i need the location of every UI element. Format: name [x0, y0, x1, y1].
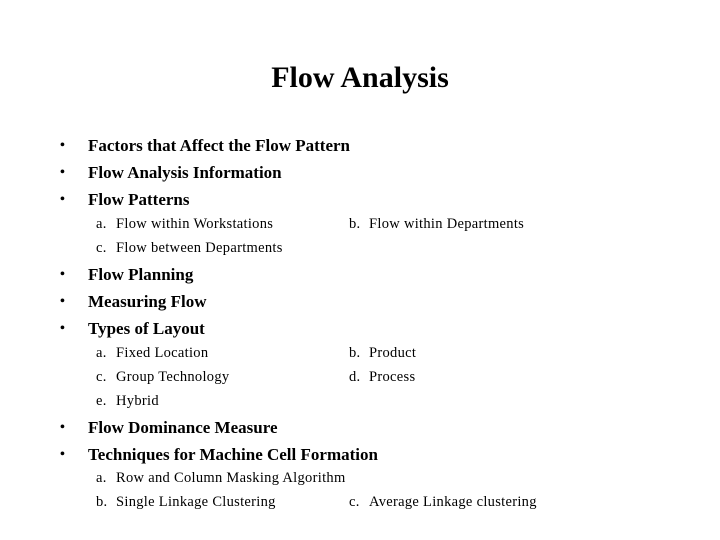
sub-item-marker: b.	[349, 216, 361, 232]
sub-item: c. Group Technology	[96, 365, 229, 389]
sub-item: d. Process	[349, 365, 415, 389]
bullet-dot-icon: •	[60, 321, 65, 336]
bullet-text: Flow Dominance Measure	[88, 418, 278, 437]
sub-item: a. Row and Column Masking Algorithm	[96, 466, 346, 490]
bullet-text: Flow Analysis Information	[88, 163, 282, 182]
sub-item-marker: b.	[96, 494, 108, 510]
sub-item-text: Fixed Location	[116, 345, 209, 361]
bullet-text: Types of Layout	[88, 319, 205, 338]
sub-item-text: Flow within Workstations	[116, 216, 274, 232]
sub-item-text: Flow within Departments	[369, 216, 525, 232]
sub-item: c. Average Linkage clustering	[349, 490, 537, 514]
bullet-text: Measuring Flow	[88, 292, 207, 311]
sub-item: b. Product	[349, 341, 416, 365]
sub-item-text: Flow between Departments	[116, 240, 283, 256]
sub-item: b. Flow within Departments	[349, 212, 524, 236]
sub-item: a. Fixed Location	[96, 341, 208, 365]
sub-item-marker: c.	[349, 494, 360, 510]
bullet-dot-icon: •	[60, 165, 65, 180]
sub-item-marker: e.	[96, 393, 107, 409]
bullet-dot-icon: •	[60, 447, 65, 462]
sub-item-marker: d.	[349, 369, 361, 385]
bullet-text: Flow Planning	[88, 265, 194, 284]
bullet-text: Techniques for Machine Cell Formation	[88, 445, 378, 464]
bullet-dot-icon: •	[60, 138, 65, 153]
sub-item: a. Flow within Workstations	[96, 212, 273, 236]
sub-item-text: Row and Column Masking Algorithm	[116, 470, 346, 486]
sub-item-text: Average Linkage clustering	[369, 494, 537, 510]
bullet-text: Flow Patterns	[88, 190, 190, 209]
bullet-dot-icon: •	[60, 294, 65, 309]
sub-item-marker: c.	[96, 240, 107, 256]
sub-item-marker: a.	[96, 345, 107, 361]
sub-item-text: Hybrid	[116, 393, 159, 409]
sub-item-text: Single Linkage Clustering	[116, 494, 276, 510]
sub-item: b. Single Linkage Clustering	[96, 490, 276, 514]
bullet-dot-icon: •	[60, 267, 65, 282]
sub-item-marker: c.	[96, 369, 107, 385]
sub-item-marker: a.	[96, 216, 107, 232]
sub-item-text: Process	[369, 369, 416, 385]
bullet-dot-icon: •	[60, 420, 65, 435]
bullet-text: Factors that Affect the Flow Pattern	[88, 136, 350, 155]
sub-item: e. Hybrid	[96, 389, 159, 413]
sub-item: c. Flow between Departments	[96, 236, 283, 260]
sub-item-marker: b.	[349, 345, 361, 361]
slide-title: Flow Analysis	[271, 61, 449, 94]
bullet-dot-icon: •	[60, 192, 65, 207]
sub-item-text: Group Technology	[116, 369, 230, 385]
slide: Flow Analysis • Factors that Affect the …	[0, 0, 720, 540]
sub-item-text: Product	[369, 345, 417, 361]
sub-item-marker: a.	[96, 470, 107, 486]
